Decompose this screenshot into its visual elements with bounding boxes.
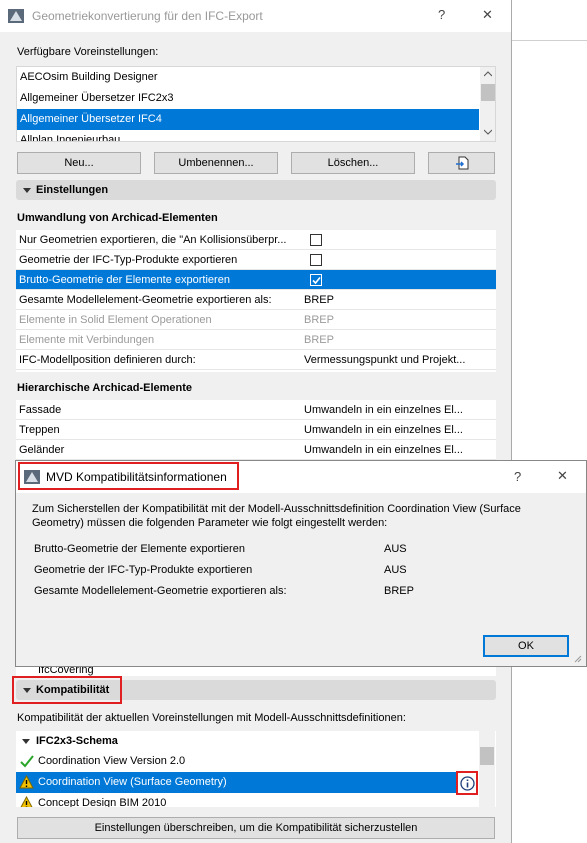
import-preset-button[interactable] (428, 152, 495, 174)
preset-item[interactable]: AECOsim Building Designer (17, 67, 479, 88)
preset-item-selected[interactable]: Allgemeiner Übersetzer IFC4 (17, 109, 479, 130)
scroll-down-icon[interactable] (484, 129, 492, 135)
titlebar: Geometriekonvertierung für den IFC-Expor… (0, 0, 511, 32)
delete-preset-button[interactable]: Löschen... (291, 152, 415, 174)
setting-value: BREP (304, 314, 334, 326)
rename-preset-button[interactable]: Umbenennen... (154, 152, 278, 174)
hierarchy-row[interactable]: Geländer Umwandeln in ein einzelnes El..… (16, 440, 496, 460)
close-button[interactable]: ✕ (482, 7, 493, 23)
hierarchy-label: Geländer (19, 444, 65, 456)
param-value: AUS (384, 543, 407, 555)
mvd-label: Coordination View (Surface Geometry) (38, 776, 227, 788)
conversion-title: Umwandlung von Archicad-Elementen (17, 212, 218, 224)
hierarchy-label: Fassade (19, 404, 62, 416)
compat-list[interactable]: IFC2x3-Schema Coordination View Version … (16, 731, 496, 807)
dialog-title-highlight (18, 462, 239, 490)
compat-scrollbar[interactable] (479, 731, 495, 807)
info-icon (460, 776, 475, 791)
setting-checkbox-checked[interactable] (310, 274, 322, 286)
setting-row[interactable]: Gesamte Modellelement-Geometrie exportie… (16, 290, 496, 310)
setting-label: Elemente in Solid Element Operationen (19, 314, 212, 326)
param-label: Gesamte Modellelement-Geometrie exportie… (34, 585, 287, 597)
mvd-label: Concept Design BIM 2010 (38, 797, 167, 807)
archicad-app-icon (8, 9, 24, 23)
presets-scrollbar[interactable] (480, 67, 495, 141)
resize-grip-icon[interactable] (572, 653, 582, 663)
mvd-item[interactable]: Coordination View Version 2.0 (16, 751, 478, 772)
schema-group[interactable]: IFC2x3-Schema (16, 731, 478, 752)
hierarchy-value[interactable]: Umwandeln in ein einzelnes El... (304, 440, 463, 460)
param-value: AUS (384, 564, 407, 576)
dialog-help-button[interactable]: ? (514, 469, 521, 484)
background-window (512, 0, 587, 843)
check-icon (20, 755, 34, 768)
param-label: Geometrie der IFC-Typ-Produkte exportier… (34, 564, 253, 576)
background-window-titlebar (512, 0, 587, 32)
settings-header-label: Einstellungen (36, 184, 109, 196)
setting-row-selected[interactable]: Brutto-Geometrie der Elemente exportiere… (16, 270, 496, 290)
setting-value[interactable]: BREP (304, 290, 334, 310)
setting-row-disabled: Elemente mit Verbindungen BREP (16, 330, 496, 350)
hierarchy-title: Hierarchische Archicad-Elemente (17, 382, 193, 394)
param-value: BREP (384, 585, 414, 597)
conversion-table: Nur Geometrien exportieren, die "An Koll… (16, 230, 496, 372)
hierarchy-value[interactable]: Umwandeln in ein einzelnes El... (304, 400, 463, 420)
mvd-item[interactable]: Concept Design BIM 2010 (16, 793, 478, 807)
setting-row[interactable]: Geometrie der IFC-Typ-Produkte exportier… (16, 250, 496, 270)
hierarchy-value[interactable]: Umwandeln in ein einzelnes El... (304, 420, 463, 440)
settings-section-header[interactable]: Einstellungen (16, 180, 496, 200)
info-button[interactable] (456, 771, 478, 795)
mvd-label: Coordination View Version 2.0 (38, 755, 186, 767)
ok-button[interactable]: OK (483, 635, 569, 657)
background-divider (512, 40, 587, 41)
setting-label: Geometrie der IFC-Typ-Produkte exportier… (19, 254, 238, 266)
setting-label: Nur Geometrien exportieren, die "An Koll… (19, 234, 287, 246)
mvd-compat-dialog: MVD Kompatibilitätsinformationen ? ✕ Zum… (15, 460, 587, 667)
scrollbar-thumb[interactable] (480, 747, 494, 765)
dialog-message: Zum Sicherstellen der Kompatibilität mit… (32, 503, 521, 529)
compat-header-highlight (12, 676, 122, 704)
warning-icon (20, 796, 33, 807)
hierarchy-label: Treppen (19, 424, 60, 436)
param-label: Brutto-Geometrie der Elemente exportiere… (34, 543, 245, 555)
setting-label: IFC-Modellposition definieren durch: (19, 354, 196, 366)
setting-checkbox[interactable] (310, 254, 322, 266)
window-title: Geometriekonvertierung für den IFC-Expor… (32, 9, 263, 23)
scrollbar-thumb[interactable] (481, 84, 495, 101)
scroll-up-icon[interactable] (484, 71, 492, 77)
setting-label: Elemente mit Verbindungen (19, 334, 155, 346)
presets-list[interactable]: AECOsim Building Designer Allgemeiner Üb… (16, 66, 496, 142)
ifc-geometry-dialog: Geometriekonvertierung für den IFC-Expor… (0, 0, 512, 843)
compat-description: Kompatibilität der aktuellen Voreinstell… (17, 712, 406, 724)
expand-triangle-icon[interactable] (22, 739, 30, 744)
new-preset-button[interactable]: Neu... (17, 152, 141, 174)
schema-label: IFC2x3-Schema (36, 735, 118, 747)
setting-label: Brutto-Geometrie der Elemente exportiere… (19, 274, 230, 286)
preset-item[interactable]: Allplan Ingenieurbau (17, 130, 479, 141)
help-button[interactable]: ? (438, 7, 445, 22)
collapse-triangle-icon[interactable] (23, 188, 31, 193)
setting-row-disabled: Elemente in Solid Element Operationen BR… (16, 310, 496, 330)
dialog-titlebar: MVD Kompatibilitätsinformationen ? ✕ (16, 461, 586, 493)
dialog-close-button[interactable]: ✕ (557, 468, 568, 484)
hierarchy-row[interactable]: Fassade Umwandeln in ein einzelnes El... (16, 400, 496, 420)
checkmark-icon (312, 276, 321, 285)
setting-value[interactable]: Vermessungspunkt und Projekt... (304, 350, 465, 370)
warning-icon (19, 775, 34, 789)
setting-label: Gesamte Modellelement-Geometrie exportie… (19, 294, 272, 306)
hierarchy-row[interactable]: Treppen Umwandeln in ein einzelnes El... (16, 420, 496, 440)
override-settings-button[interactable]: Einstellungen überschreiben, um die Komp… (17, 817, 495, 839)
preset-item[interactable]: Allgemeiner Übersetzer IFC2x3 (17, 88, 479, 109)
setting-value: BREP (304, 334, 334, 346)
import-icon (456, 156, 469, 170)
setting-row[interactable]: IFC-Modellposition definieren durch: Ver… (16, 350, 496, 370)
setting-row[interactable]: Nur Geometrien exportieren, die "An Koll… (16, 230, 496, 250)
presets-label: Verfügbare Voreinstellungen: (17, 46, 159, 58)
setting-checkbox[interactable] (310, 234, 322, 246)
mvd-item-selected[interactable]: Coordination View (Surface Geometry) (16, 772, 478, 793)
